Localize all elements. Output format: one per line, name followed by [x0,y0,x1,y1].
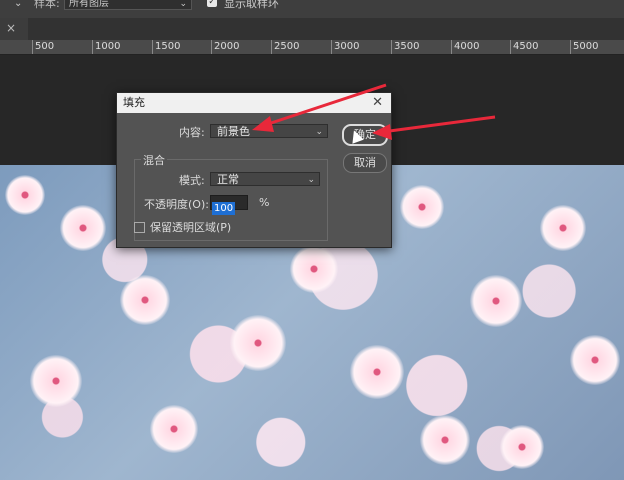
ruler-tick: 500 [32,40,54,54]
ruler-tick: 5000 [570,40,598,54]
blossom [350,345,404,399]
content-label: 内容: [179,126,205,139]
show-sampling-ring-label: 显示取样环 [224,0,279,10]
opacity-label: 不透明度(O): [144,198,209,211]
blossom [5,175,45,215]
close-icon[interactable]: ✕ [372,93,383,113]
chevron-down-icon: ⌄ [179,0,187,9]
opacity-value: 100 [212,202,236,215]
document-tab[interactable]: × [0,18,28,40]
blossom [570,335,620,385]
blend-group-title: 混合 [141,152,167,168]
blossom [230,315,286,371]
ruler-tick: 3500 [391,40,419,54]
cancel-button[interactable]: 取消 [343,153,387,173]
ruler-tick: 4500 [510,40,538,54]
options-bar: ⌄ 样本: 所有图层 ⌄ ✓ 显示取样环 [0,0,624,18]
blossom [470,275,522,327]
chevron-down-icon: ⌄ [315,127,323,137]
fill-dialog: 填充 ✕ 内容: 前景色 ⌄ 混合 模式: 正常 ⌄ 不透明度(O): 100 … [116,92,392,248]
blossom [400,185,444,229]
ruler-tick: 2000 [211,40,239,54]
blossom [290,245,338,293]
ruler-tick: 4000 [451,40,479,54]
opacity-unit: % [259,196,270,209]
sample-label: 样本: [34,0,60,10]
ruler-tick: 3000 [331,40,359,54]
blossom [540,205,586,251]
ruler-tick: 1500 [152,40,180,54]
horizontal-ruler: 500 1000 1500 2000 2500 3000 3500 4000 4… [0,40,624,55]
opacity-input[interactable]: 100 [210,195,248,215]
close-icon[interactable]: × [6,21,16,35]
mode-select-value: 正常 [217,173,239,186]
ruler-tick: 1000 [92,40,120,54]
document-tab-bar: × [0,18,624,40]
sample-select-value: 所有图层 [69,0,109,9]
blossom [60,205,106,251]
preserve-transparency-label: 保留透明区域(P) [150,221,232,234]
dialog-title: 填充 [123,96,145,109]
dialog-title-bar: 填充 ✕ [117,93,391,113]
ruler-tick: 2500 [271,40,299,54]
mode-select[interactable]: 正常 ⌄ [210,172,320,186]
content-select[interactable]: 前景色 ⌄ [210,124,328,138]
blossom [120,275,170,325]
blossom [420,415,470,465]
blossom [30,355,82,407]
sample-select[interactable]: 所有图层 ⌄ [64,0,192,10]
chevron-down-icon[interactable]: ⌄ [14,0,22,9]
blossom [150,405,198,453]
blossom [500,425,544,469]
mode-label: 模式: [179,174,205,187]
show-sampling-ring-checkbox[interactable]: ✓ [207,0,217,7]
preserve-transparency-checkbox[interactable] [134,222,145,233]
chevron-down-icon: ⌄ [307,175,315,185]
content-select-value: 前景色 [217,125,250,138]
